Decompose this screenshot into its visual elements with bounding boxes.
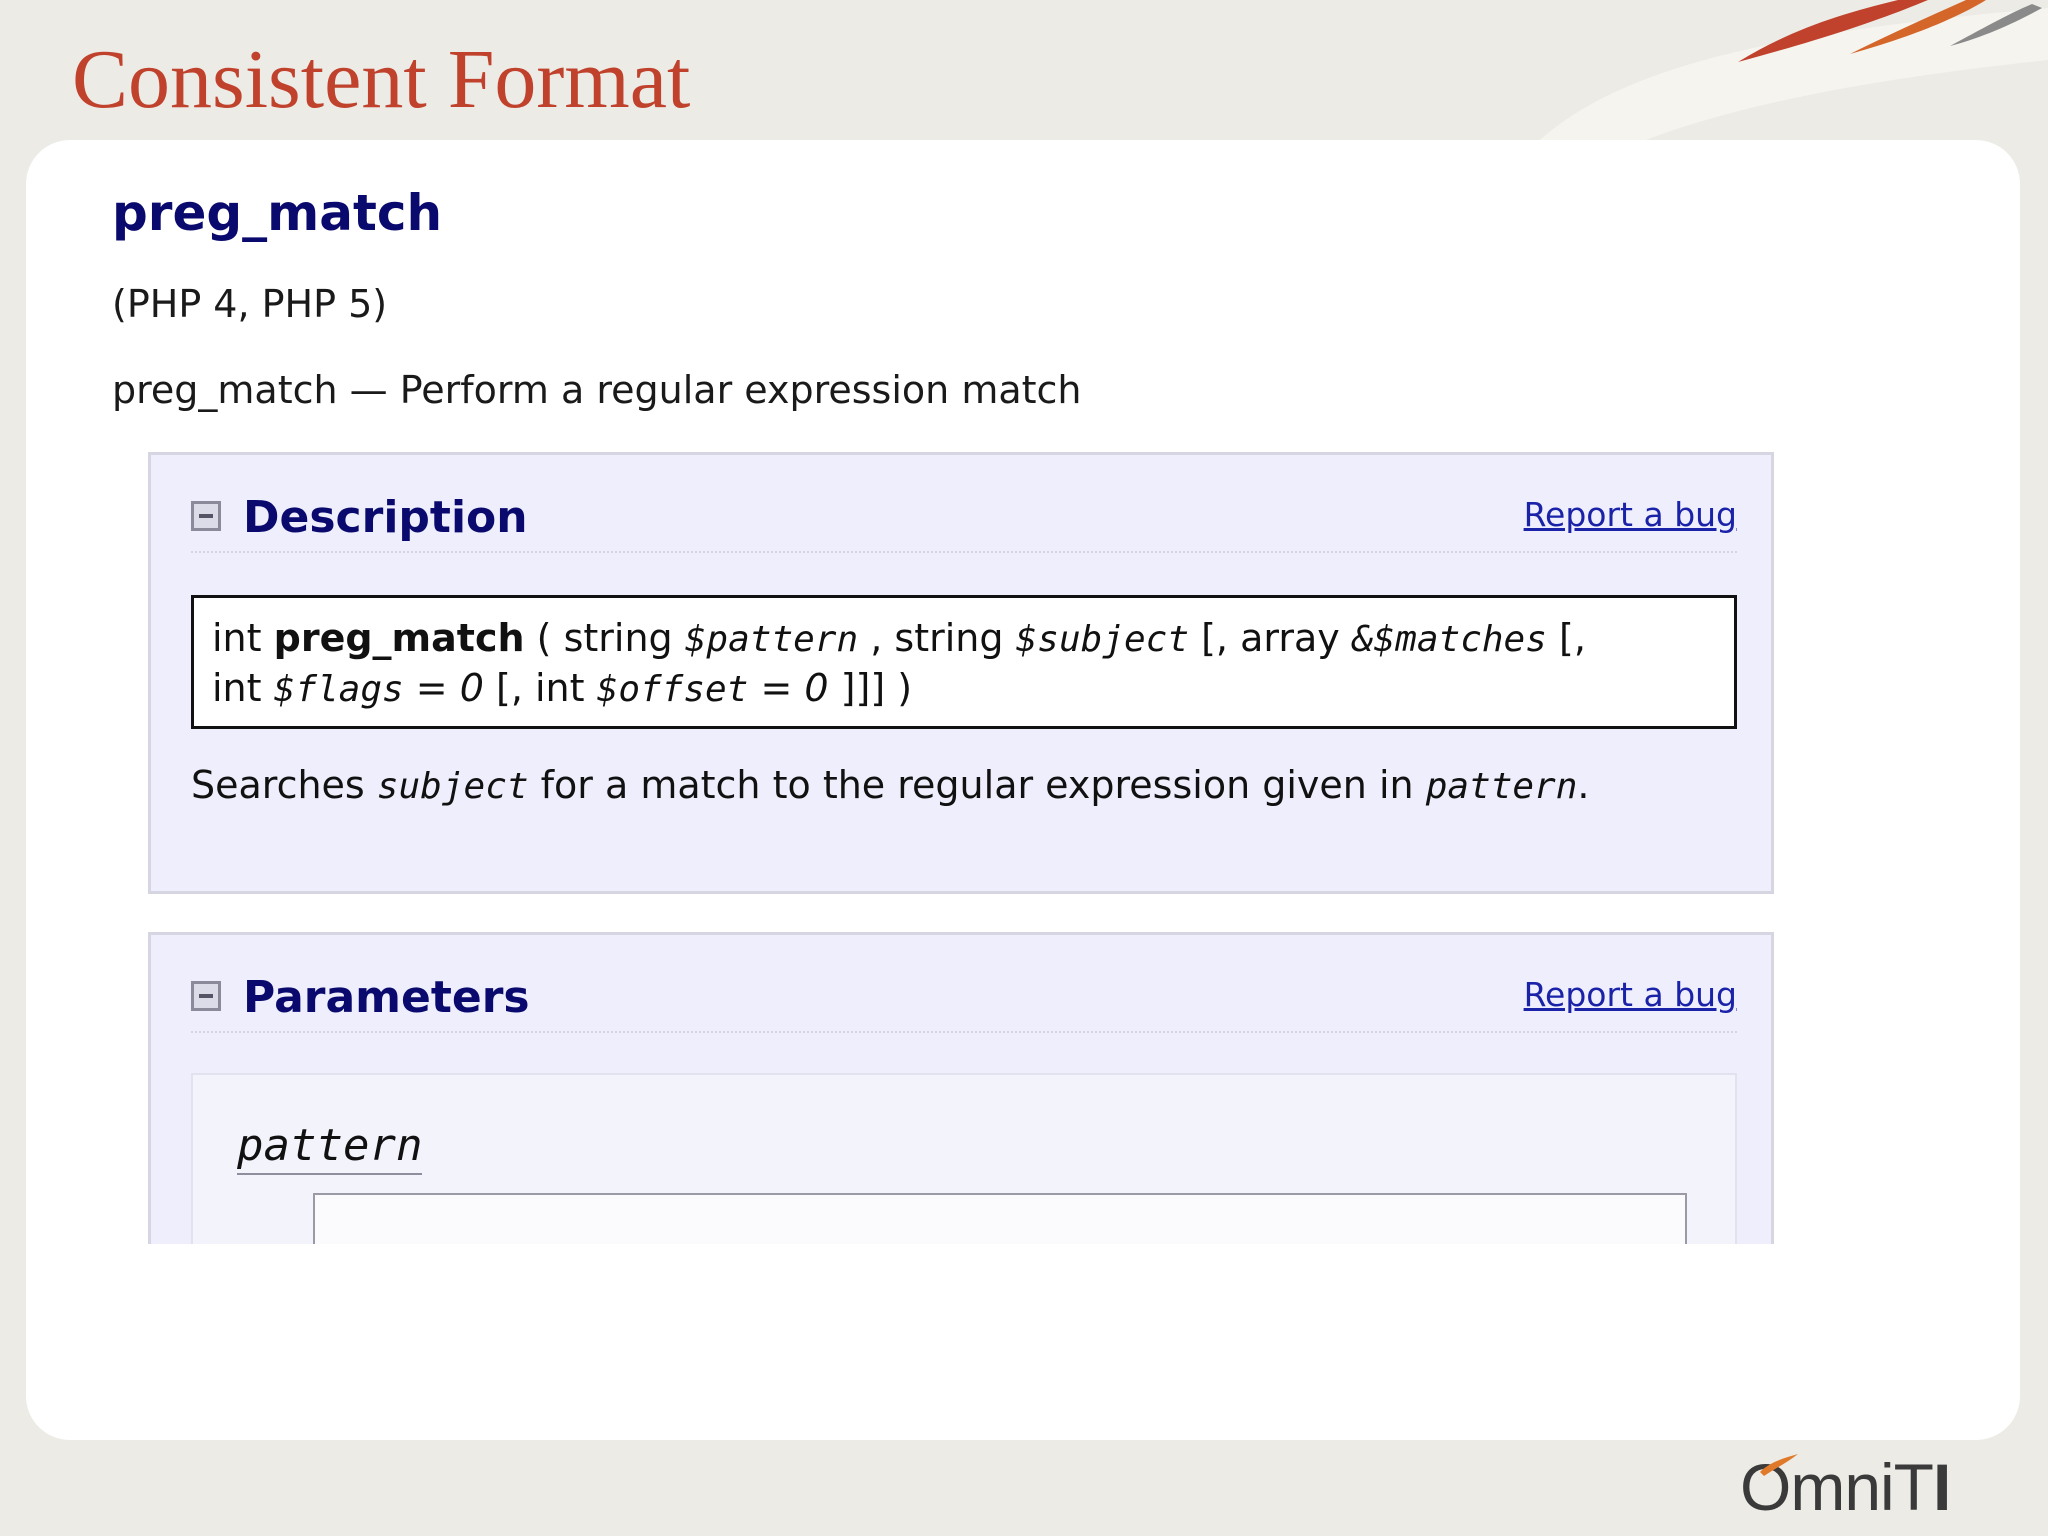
version-info: (PHP 4, PHP 5) [112, 282, 388, 326]
content-panel: preg_match (PHP 4, PHP 5) preg_match — P… [26, 140, 2020, 1440]
param-name: $subject [1015, 619, 1189, 660]
parameter-list: pattern [191, 1073, 1737, 1244]
parameters-header: Parameters Report a bug [191, 973, 1737, 1033]
param-name: $pattern [684, 619, 859, 660]
return-type: int [212, 616, 262, 660]
description-section: Description Report a bug int preg_match … [148, 452, 1774, 894]
optional-bracket: [, [1559, 616, 1586, 660]
param-reference: pattern [1425, 766, 1578, 807]
synopsis-line-1: int preg_match ( string $pattern , strin… [212, 614, 1716, 664]
report-bug-link[interactable]: Report a bug [1524, 973, 1737, 1017]
omniti-logo: OmniTI [1740, 1452, 1980, 1522]
param-name: $offset [596, 669, 749, 710]
function-heading: preg_match [112, 184, 443, 242]
param-type: string [563, 616, 673, 660]
param-reference: subject [376, 766, 529, 807]
function-purpose: preg_match — Perform a regular expressio… [112, 368, 1082, 412]
param-type: int [212, 666, 262, 710]
default-value: 0 [459, 666, 484, 710]
desc-text-part: . [1577, 763, 1590, 807]
optional-bracket: [, [496, 666, 523, 710]
parameter-definition-box [313, 1193, 1687, 1244]
description-header: Description Report a bug [191, 493, 1737, 553]
desc-text-part: for a match to the regular expression gi… [540, 763, 1414, 807]
php-manual-page: preg_match (PHP 4, PHP 5) preg_match — P… [26, 140, 2020, 1244]
desc-text-part: Searches [191, 763, 365, 807]
section-title-description: Description [243, 492, 528, 543]
default-value: 0 [804, 666, 829, 710]
description-text: Searches subject for a match to the regu… [191, 761, 1590, 811]
param-name: &$matches [1351, 619, 1547, 660]
param-type: array [1240, 616, 1340, 660]
section-title-parameters: Parameters [243, 972, 530, 1023]
parameter-term: pattern [237, 1119, 423, 1175]
equals-sign: = [415, 666, 448, 710]
logo-text-bold: I [1933, 1450, 1951, 1524]
parameters-section: Parameters Report a bug pattern [148, 932, 1774, 1244]
synopsis-function-name: preg_match [273, 616, 525, 660]
method-synopsis: int preg_match ( string $pattern , strin… [191, 595, 1737, 729]
open-paren: ( [536, 616, 552, 660]
synopsis-line-2: int $flags = 0 [, int $offset = 0 ]]] ) [212, 664, 1716, 714]
separator: , [870, 616, 883, 660]
slide-title: Consistent Format [72, 33, 691, 126]
optional-bracket: [, [1201, 616, 1228, 660]
param-name: $flags [273, 669, 404, 710]
closing-brackets: ]]] ) [840, 666, 913, 710]
collapse-minus-icon[interactable] [191, 981, 221, 1011]
equals-sign: = [760, 666, 793, 710]
param-type: string [894, 616, 1004, 660]
param-type: int [535, 666, 585, 710]
report-bug-link[interactable]: Report a bug [1524, 493, 1737, 537]
logo-flame-icon [1760, 1454, 1798, 1476]
flame-swoosh-decoration [1540, 0, 2048, 160]
collapse-minus-icon[interactable] [191, 501, 221, 531]
